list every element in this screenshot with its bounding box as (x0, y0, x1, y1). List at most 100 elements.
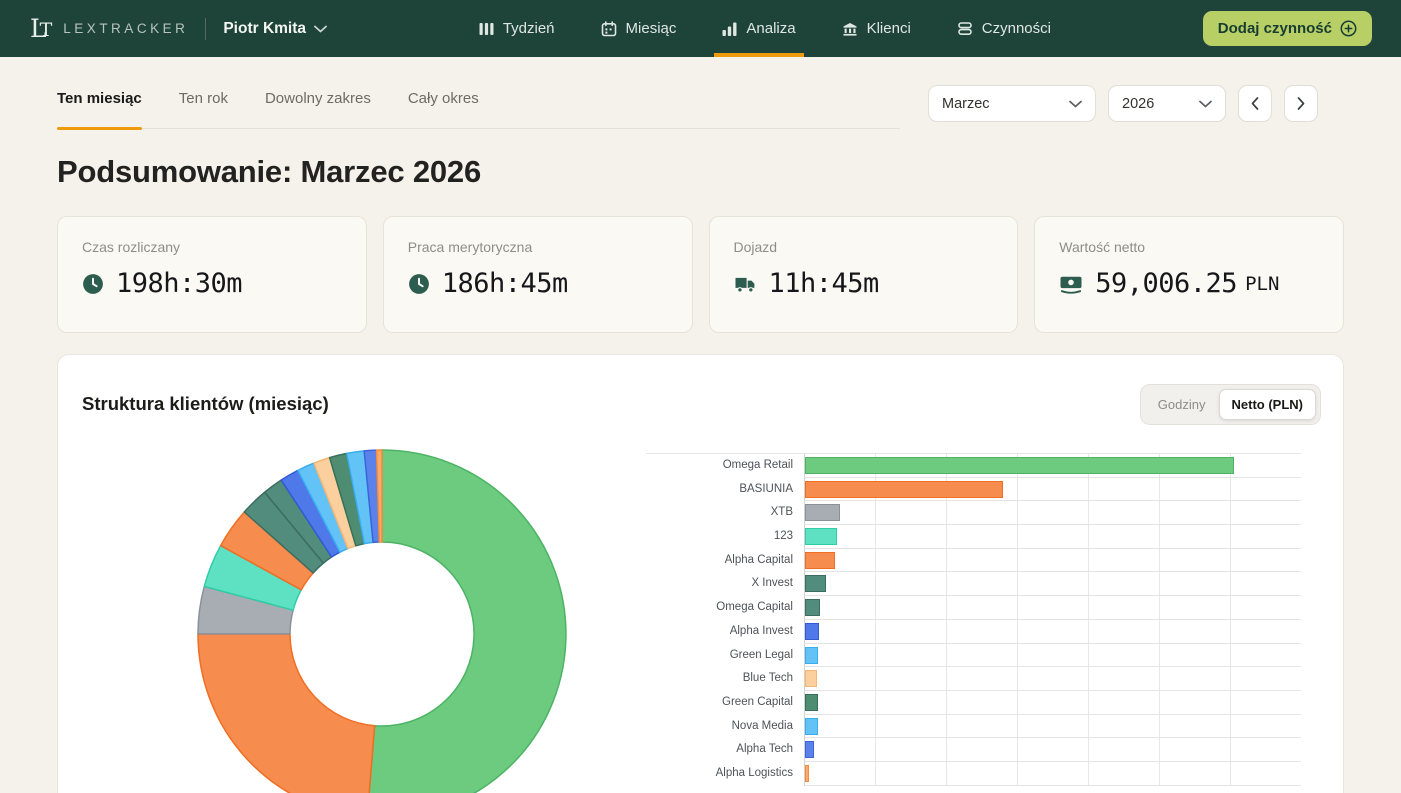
bar-track (804, 644, 1301, 668)
bar-category-label: Green Capital (646, 691, 804, 715)
card-title: Struktura klientów (miesiąc) (82, 393, 329, 415)
stats-row: Czas rozliczany 198h:30m Praca merytoryc… (57, 216, 1344, 333)
bar[interactable] (805, 552, 835, 569)
bar-category-label: X Invest (646, 572, 804, 596)
bar-row: 123 (646, 525, 1301, 549)
bar[interactable] (805, 765, 809, 782)
client-structure-card: Struktura klientów (miesiąc) Godziny Net… (57, 354, 1344, 793)
prev-period-button[interactable] (1238, 85, 1272, 122)
next-period-button[interactable] (1284, 85, 1318, 122)
chevron-left-icon (1251, 97, 1259, 110)
bar-row: XTB (646, 501, 1301, 525)
stat-card-czas-rozliczany: Czas rozliczany 198h:30m (57, 216, 367, 333)
bar-track (804, 620, 1301, 644)
period-tabs: Ten miesiąc Ten rok Dowolny zakres Cały … (57, 90, 900, 129)
bar-track (804, 738, 1301, 762)
bar-row: Omega Capital (646, 596, 1301, 620)
nav-label: Klienci (867, 20, 911, 37)
nav-item-tydzien[interactable]: Tydzień (479, 0, 555, 57)
main-nav: Tydzień Miesiąc Analiza Klienci Czynnośc… (479, 0, 1051, 57)
chevron-down-icon (1199, 100, 1212, 108)
bar[interactable] (805, 504, 840, 521)
bar[interactable] (805, 623, 819, 640)
brand: LT LEXTRACKER (30, 16, 188, 41)
bar-row: Alpha Logistics (646, 762, 1301, 786)
bar-track (804, 572, 1301, 596)
bar-chart: Omega RetailBASIUNIAXTB123Alpha CapitalX… (646, 453, 1301, 793)
nav-label: Tydzień (503, 20, 555, 37)
tab-dowolny-zakres[interactable]: Dowolny zakres (265, 90, 371, 128)
bar[interactable] (805, 575, 826, 592)
bar-row: Alpha Capital (646, 549, 1301, 573)
bar-track (804, 501, 1301, 525)
user-name: Piotr Kmita (223, 20, 306, 38)
plus-circle-icon (1340, 20, 1357, 37)
bar-category-label: BASIUNIA (646, 478, 804, 502)
tab-caly-okres[interactable]: Cały okres (408, 90, 479, 128)
bar-track (804, 715, 1301, 739)
bar[interactable] (805, 718, 818, 735)
stat-card-dojazd: Dojazd 11h:45m (709, 216, 1019, 333)
stat-value: 59,006.25 (1095, 268, 1237, 299)
donut-slice[interactable] (198, 634, 375, 793)
week-columns-icon (479, 22, 494, 36)
app-header: LT LEXTRACKER Piotr Kmita Tydzień Miesią… (0, 0, 1401, 57)
bar[interactable] (805, 647, 818, 664)
bar[interactable] (805, 457, 1234, 474)
calendar-icon (601, 21, 617, 37)
nav-item-miesiac[interactable]: Miesiąc (601, 0, 677, 57)
stat-value: 186h:45m (442, 268, 568, 299)
brand-name: LEXTRACKER (63, 21, 188, 36)
toggle-godziny-button[interactable]: Godziny (1145, 389, 1219, 420)
bank-icon (842, 21, 858, 36)
stat-label: Wartość netto (1059, 239, 1319, 255)
bar-row: Green Capital (646, 691, 1301, 715)
bar-row: BASIUNIA (646, 478, 1301, 502)
bar-row: Green Legal (646, 644, 1301, 668)
bar[interactable] (805, 528, 837, 545)
bar[interactable] (805, 670, 817, 687)
toggle-netto-button[interactable]: Netto (PLN) (1219, 389, 1317, 420)
month-select[interactable]: Marzec (928, 85, 1096, 122)
bar-category-label: Alpha Invest (646, 620, 804, 644)
clock-icon (82, 273, 104, 295)
user-menu[interactable]: Piotr Kmita (223, 20, 327, 38)
nav-item-analiza[interactable]: Analiza (722, 0, 795, 57)
donut-chart (58, 453, 618, 793)
nav-item-klienci[interactable]: Klienci (842, 0, 911, 57)
bar-row: X Invest (646, 572, 1301, 596)
stat-value: 11h:45m (769, 268, 879, 299)
bar-category-label: Alpha Capital (646, 549, 804, 573)
bar[interactable] (805, 741, 814, 758)
bar[interactable] (805, 599, 820, 616)
year-select-value: 2026 (1122, 96, 1154, 112)
bar-row: Nova Media (646, 715, 1301, 739)
bar-row: Alpha Invest (646, 620, 1301, 644)
tab-ten-miesiac[interactable]: Ten miesiąc (57, 90, 142, 128)
bar[interactable] (805, 694, 818, 711)
banknote-icon (1059, 273, 1083, 294)
nav-label: Miesiąc (626, 20, 677, 37)
year-select[interactable]: 2026 (1108, 85, 1226, 122)
bar-category-label: XTB (646, 501, 804, 525)
bar-chart-icon (722, 22, 737, 36)
add-activity-button[interactable]: Dodaj czynność (1203, 11, 1372, 46)
bar-track (804, 525, 1301, 549)
bar-track (804, 762, 1301, 786)
chevron-down-icon (1069, 100, 1082, 108)
chart-body: Omega RetailBASIUNIAXTB123Alpha CapitalX… (58, 453, 1343, 793)
donut-slice[interactable] (367, 450, 566, 793)
stat-label: Praca merytoryczna (408, 239, 668, 255)
chevron-down-icon (314, 25, 327, 33)
truck-icon (734, 274, 757, 294)
stat-unit: PLN (1245, 273, 1279, 295)
stat-value: 198h:30m (116, 268, 242, 299)
nav-item-czynnosci[interactable]: Czynności (957, 0, 1051, 57)
tab-ten-rok[interactable]: Ten rok (179, 90, 228, 128)
bar-track (804, 478, 1301, 502)
bar[interactable] (805, 481, 1003, 498)
nav-label: Analiza (746, 20, 795, 37)
stat-label: Czas rozliczany (82, 239, 342, 255)
bar-category-label: Omega Retail (646, 454, 804, 478)
donut-svg (192, 444, 572, 793)
